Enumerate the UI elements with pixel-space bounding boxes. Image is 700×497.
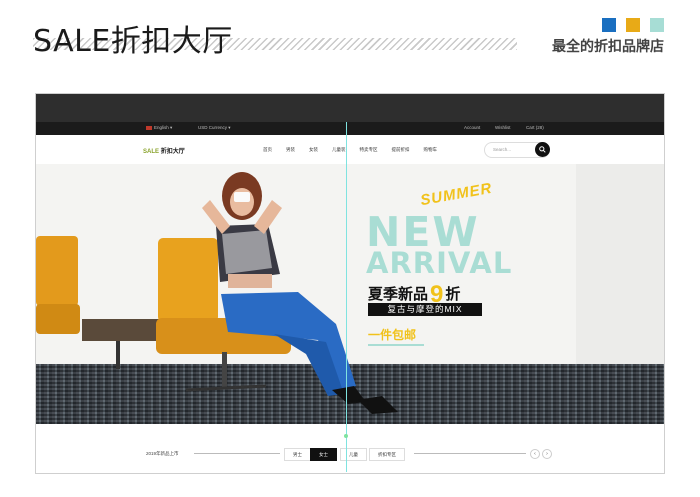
nav-item-sale[interactable]: 特卖专区 (360, 147, 378, 153)
language-selector[interactable]: English ▾ (146, 125, 172, 131)
browser-top-bar (36, 94, 664, 122)
promo-mix-banner: 复古与摩登的MIX (368, 303, 482, 316)
tagline: 最全的折扣品牌店 (552, 39, 664, 55)
divider-line (414, 453, 526, 454)
guide-dot (344, 434, 348, 438)
divider-line (194, 453, 280, 454)
carousel-arrows: ‹ › (530, 449, 552, 459)
flag-icon (146, 125, 152, 130)
promo-free-shipping: 一件包邮 (368, 328, 417, 342)
promo-arrival: ARRIVAL (366, 246, 513, 280)
search-input[interactable]: Search... (484, 142, 550, 158)
search-icon (539, 146, 546, 153)
hero-banner[interactable]: SUMMER NEW ARRIVAL 夏季新品9 折 复古与摩登的MIX 一件包邮 (36, 164, 664, 424)
tab-women[interactable]: 女士 (310, 448, 337, 461)
nav-item-cart[interactable]: 购物车 (424, 147, 438, 153)
new-arrivals-strip: 2019年新品上市 男士 女士 儿童 折扣专区 ‹ › (36, 424, 664, 473)
account-link[interactable]: Account (464, 125, 480, 130)
nav-item-home[interactable]: 首页 (263, 147, 272, 153)
tab-men[interactable]: 男士 (284, 448, 311, 461)
hero-photo (36, 172, 398, 414)
nav-item-women[interactable]: 女装 (309, 147, 318, 153)
page-title: SALE折扣大厅 (33, 24, 233, 59)
search-button[interactable] (535, 142, 550, 157)
cart-link[interactable]: Cart (28) (526, 125, 544, 130)
color-squares (602, 18, 664, 32)
tab-kids[interactable]: 儿童 (340, 448, 367, 461)
site-logo[interactable]: SALE 折扣大厅 (143, 146, 185, 155)
main-nav: SALE 折扣大厅 首页 男装 女装 儿童装 特卖专区 提前折扣 购物车 Sea… (36, 135, 664, 165)
chevron-right-icon[interactable]: › (542, 449, 552, 459)
utility-bar: English ▾ USD Currency ▾ Account Wishlis… (36, 122, 664, 135)
nav-item-men[interactable]: 男装 (286, 147, 295, 153)
nav-item-kids[interactable]: 儿童装 (332, 147, 346, 153)
color-square-mint (650, 18, 664, 32)
guide-line (346, 122, 347, 472)
color-square-blue (602, 18, 616, 32)
nav-menu: 首页 男装 女装 儿童装 特卖专区 提前折扣 购物车 (263, 147, 437, 153)
color-square-yellow (626, 18, 640, 32)
currency-selector[interactable]: USD Currency ▾ (198, 125, 231, 131)
wishlist-link[interactable]: Wishlist (495, 125, 511, 130)
tab-discount[interactable]: 折扣专区 (369, 448, 405, 461)
nav-item-early-discount[interactable]: 提前折扣 (392, 147, 410, 153)
section-label: 2019年新品上市 (146, 451, 179, 456)
website-mockup: English ▾ USD Currency ▾ Account Wishlis… (35, 93, 665, 474)
promo-underline (368, 344, 424, 346)
chevron-left-icon[interactable]: ‹ (530, 449, 540, 459)
